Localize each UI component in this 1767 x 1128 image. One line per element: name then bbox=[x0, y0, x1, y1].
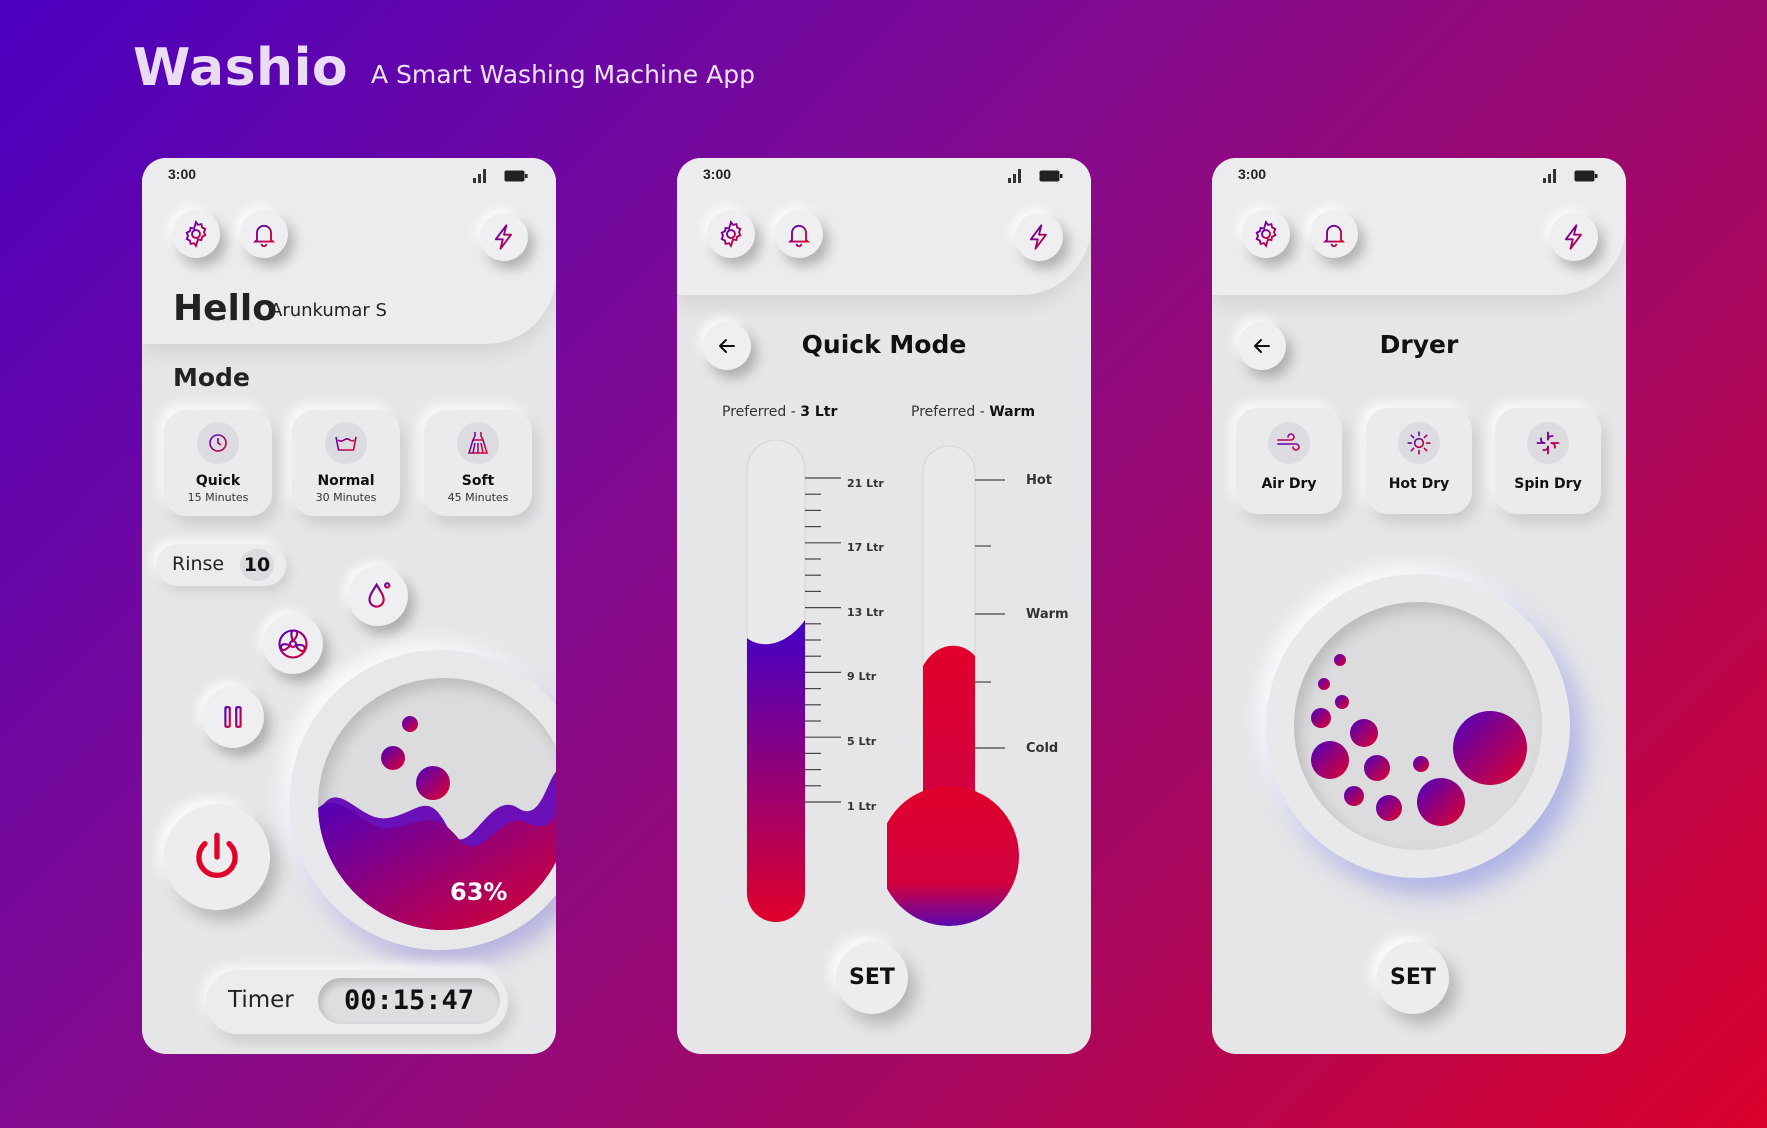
clock-icon bbox=[197, 422, 239, 464]
sun-icon bbox=[1398, 422, 1440, 464]
bell-icon bbox=[1322, 224, 1346, 248]
water-level-graphic bbox=[318, 716, 556, 930]
signal-icon bbox=[1543, 169, 1556, 183]
fan-icon bbox=[1527, 422, 1569, 464]
mode-duration: 15 Minutes bbox=[187, 491, 249, 504]
phone-quick-mode-screen: 3:00 Quick Mode Preferred - 3 Ltr Prefer… bbox=[677, 158, 1091, 1054]
mode-card-soft[interactable]: Soft 45 Minutes bbox=[424, 410, 532, 516]
rinse-value: 10 bbox=[240, 549, 274, 581]
set-button[interactable]: SET bbox=[836, 942, 908, 1014]
temp-tick-label: Hot bbox=[1026, 473, 1053, 488]
lightning-icon bbox=[1029, 224, 1047, 250]
timer-panel: Timer 00:15:47 bbox=[206, 970, 508, 1034]
quick-power-button[interactable] bbox=[480, 213, 528, 261]
spin-button[interactable] bbox=[263, 614, 323, 674]
drum-window bbox=[1294, 602, 1542, 850]
water-drop-icon bbox=[368, 582, 391, 608]
battery-icon bbox=[1574, 170, 1598, 182]
dry-option-label: Hot Dry bbox=[1388, 476, 1450, 492]
power-button[interactable] bbox=[164, 804, 270, 910]
bell-icon bbox=[252, 224, 276, 248]
water-level-gauge[interactable] bbox=[737, 440, 877, 940]
screen-title: Dryer bbox=[1379, 330, 1459, 359]
phone-home-screen: 3:00 Hello Arunkumar S Mode Quick 15 Min… bbox=[142, 158, 556, 1054]
settings-button[interactable] bbox=[1242, 210, 1290, 258]
user-name: Arunkumar S bbox=[270, 300, 387, 321]
status-time: 3:00 bbox=[168, 166, 197, 182]
temperature-gauge[interactable] bbox=[887, 446, 1027, 946]
fill-percentage: 63% bbox=[450, 878, 508, 906]
dry-option-label: Air Dry bbox=[1261, 476, 1317, 492]
app-brand: Washio bbox=[133, 38, 349, 98]
temp-pref-value: Warm bbox=[989, 404, 1036, 420]
water-tick-label: 13 Ltr bbox=[847, 606, 884, 619]
mode-label: Quick bbox=[195, 473, 241, 489]
power-icon bbox=[196, 832, 238, 878]
battery-icon bbox=[504, 170, 528, 182]
dry-option-spin[interactable]: Spin Dry bbox=[1495, 408, 1601, 514]
water-tick-label: 1 Ltr bbox=[847, 800, 877, 813]
rinse-control[interactable]: Rinse 10 bbox=[156, 544, 286, 586]
water-tick-label: 9 Ltr bbox=[847, 670, 877, 683]
gear-icon bbox=[1255, 220, 1277, 248]
wind-icon bbox=[1268, 422, 1310, 464]
water-tick-label: 21 Ltr bbox=[847, 477, 884, 490]
status-time: 3:00 bbox=[1238, 166, 1267, 182]
wash-tub-icon bbox=[325, 422, 367, 464]
lightning-icon bbox=[1564, 224, 1582, 250]
bell-icon bbox=[787, 224, 811, 248]
pause-button[interactable] bbox=[202, 686, 264, 748]
rinse-label: Rinse bbox=[172, 553, 225, 575]
temp-pref-label: Preferred - bbox=[911, 404, 990, 420]
dry-option-air[interactable]: Air Dry bbox=[1236, 408, 1342, 514]
phone-dryer-screen: 3:00 Dryer Air Dry Hot Dry Spin Dry SET bbox=[1212, 158, 1626, 1054]
mode-title: Mode bbox=[173, 363, 250, 392]
wash-drum: 63% bbox=[290, 650, 556, 950]
dry-option-hot[interactable]: Hot Dry bbox=[1366, 408, 1472, 514]
settings-button[interactable] bbox=[707, 210, 755, 258]
drum-window: 63% bbox=[318, 678, 556, 930]
quick-power-button[interactable] bbox=[1550, 213, 1598, 261]
pause-icon bbox=[224, 706, 242, 728]
mode-duration: 30 Minutes bbox=[315, 491, 377, 504]
greeting: Hello bbox=[173, 288, 277, 329]
mode-duration: 45 Minutes bbox=[447, 491, 509, 504]
water-button[interactable] bbox=[348, 566, 408, 626]
gear-icon bbox=[185, 220, 207, 248]
dry-option-label: Spin Dry bbox=[1514, 476, 1582, 492]
temp-tick-label: Warm bbox=[1026, 607, 1069, 622]
signal-icon bbox=[473, 169, 486, 183]
water-pref-label: Preferred - bbox=[722, 404, 801, 420]
battery-icon bbox=[1039, 170, 1063, 182]
lightning-icon bbox=[494, 224, 512, 250]
quick-power-button[interactable] bbox=[1015, 213, 1063, 261]
mode-card-quick[interactable]: Quick 15 Minutes bbox=[164, 410, 272, 516]
mode-label: Soft bbox=[461, 473, 495, 489]
temp-preference: Preferred - Warm bbox=[911, 404, 1035, 420]
water-tick-label: 17 Ltr bbox=[847, 541, 884, 554]
notifications-button[interactable] bbox=[1310, 210, 1358, 258]
water-preference: Preferred - 3 Ltr bbox=[722, 404, 837, 420]
water-tick-label: 5 Ltr bbox=[847, 735, 877, 748]
notifications-button[interactable] bbox=[775, 210, 823, 258]
timer-value: 00:15:47 bbox=[318, 978, 500, 1024]
mode-label: Normal bbox=[317, 473, 375, 489]
set-button[interactable]: SET bbox=[1377, 942, 1449, 1014]
timer-label: Timer bbox=[228, 987, 294, 1013]
notifications-button[interactable] bbox=[240, 210, 288, 258]
app-tagline: A Smart Washing Machine App bbox=[371, 60, 755, 89]
temp-tick-label: Cold bbox=[1026, 741, 1059, 756]
dress-icon bbox=[457, 422, 499, 464]
dryer-drum bbox=[1266, 574, 1570, 878]
settings-button[interactable] bbox=[172, 210, 220, 258]
mode-card-normal[interactable]: Normal 30 Minutes bbox=[292, 410, 400, 516]
tumbling-clothes-graphic bbox=[1311, 654, 1527, 826]
screen-title: Quick Mode bbox=[801, 330, 967, 359]
status-time: 3:00 bbox=[703, 166, 732, 182]
signal-icon bbox=[1008, 169, 1021, 183]
fan-icon bbox=[278, 629, 308, 659]
water-pref-value: 3 Ltr bbox=[800, 404, 838, 420]
gear-icon bbox=[720, 220, 742, 248]
